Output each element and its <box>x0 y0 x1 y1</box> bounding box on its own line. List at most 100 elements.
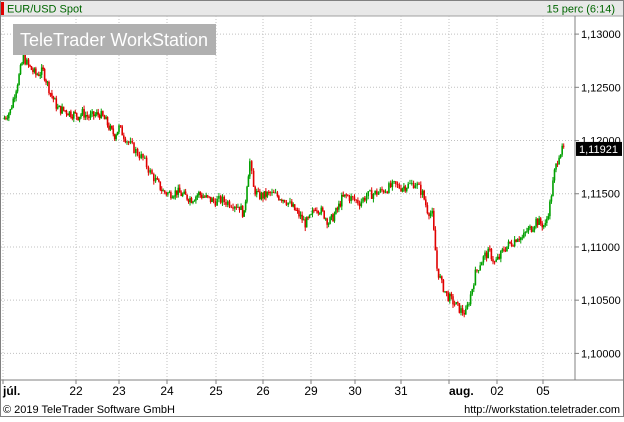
x-tick-label: 29 <box>304 384 318 398</box>
candle-body-down <box>131 141 133 143</box>
candle-body-up <box>282 199 284 201</box>
candle-body-up <box>547 216 550 219</box>
candle-body-up <box>246 186 248 202</box>
candle-body-up <box>100 111 103 119</box>
candle-body-up <box>305 217 308 228</box>
candle-body-down <box>363 197 366 201</box>
candle-body-up <box>529 226 531 229</box>
candle-body-up <box>95 112 98 115</box>
candle-body-down <box>347 195 349 197</box>
candle-body-down <box>425 199 427 206</box>
candle-body-up <box>115 135 117 140</box>
candle-body-up <box>308 214 311 218</box>
candle-body-up <box>474 269 477 286</box>
x-tick-label: 24 <box>160 384 174 398</box>
candle-body-up <box>362 197 364 202</box>
candle-body-down <box>35 68 37 75</box>
candle-body-up <box>89 113 92 118</box>
candle-body-up <box>292 204 295 207</box>
candle-body-down <box>70 111 72 118</box>
candle-body-down <box>178 187 181 193</box>
candle-body-up <box>192 201 194 203</box>
candle-body-down <box>345 194 347 196</box>
candle-body-up <box>15 91 17 98</box>
candle-body-up <box>126 141 128 143</box>
candle-body-down <box>503 249 505 251</box>
x-tick-label: 25 <box>209 384 223 398</box>
candle-body-down <box>285 202 288 205</box>
candle-body-up <box>544 223 547 226</box>
candle-body-down <box>145 157 148 168</box>
candle-body-down <box>307 217 309 219</box>
candle-body-up <box>80 114 82 117</box>
candle-body-up <box>140 153 142 159</box>
candle-body-up <box>289 201 291 203</box>
candle-body-up <box>335 208 337 214</box>
candle-body-up <box>19 65 22 75</box>
x-tick-label: 30 <box>348 384 362 398</box>
candle-body-up <box>338 203 340 210</box>
candle-body-down <box>45 80 47 83</box>
candle-body-down <box>48 81 50 94</box>
candle-body-down <box>461 308 464 313</box>
candle-body-up <box>237 206 239 208</box>
candle-body-down <box>441 276 443 280</box>
candle-body-up <box>403 186 405 189</box>
candle-body-up <box>84 114 87 118</box>
candle-body-up <box>18 74 20 85</box>
candle-body-down <box>24 54 26 65</box>
candle-body-down <box>75 112 78 117</box>
candle-body-up <box>13 97 16 99</box>
candle-body-up <box>365 196 368 201</box>
candle-body-down <box>490 248 493 260</box>
x-tick-label: 05 <box>536 384 550 398</box>
candle-body-down <box>133 142 135 154</box>
candle-body-down <box>492 259 494 262</box>
candle-body-up <box>401 188 404 192</box>
candle-body-up <box>379 189 382 193</box>
candle-body-up <box>274 192 277 194</box>
candle-body-down <box>398 184 401 189</box>
candle-body-down <box>92 111 95 117</box>
candle-body-up <box>198 192 200 196</box>
candle-body-down <box>539 218 542 224</box>
candle-body-up <box>330 214 333 218</box>
candle-body-down <box>458 303 461 313</box>
candle-body-up <box>216 198 218 206</box>
candle-body-down <box>153 174 155 182</box>
candle-body-down <box>336 208 339 210</box>
candle-body-up <box>183 191 185 194</box>
candle-body-down <box>235 206 238 208</box>
candle-body-up <box>243 210 245 217</box>
candle-body-up <box>369 190 371 192</box>
candle-body-down <box>515 239 517 242</box>
candle-body-down <box>476 269 478 271</box>
candle-body-down <box>313 210 315 212</box>
candle-body-down <box>536 218 539 225</box>
candle-body-down <box>254 186 256 195</box>
candle-body-down <box>65 110 68 114</box>
candle-body-up <box>94 114 97 117</box>
candle-body-up <box>26 59 28 65</box>
candle-body-down <box>348 196 351 201</box>
candle-body-up <box>196 195 199 197</box>
candle-body-down <box>88 116 90 118</box>
candle-body-down <box>147 167 150 173</box>
y-tick-label: 1,11500 <box>581 189 620 201</box>
candle-body-up <box>56 107 59 109</box>
candle-body-up <box>205 195 207 198</box>
candle-body-down <box>199 192 202 195</box>
candle-body-down <box>353 197 356 200</box>
candle-body-up <box>266 192 269 197</box>
candle-body-down <box>504 250 507 252</box>
candle-body-up <box>149 170 151 173</box>
candle-body-up <box>249 161 251 177</box>
candle-body-up <box>360 201 363 207</box>
candle-body-up <box>105 116 107 120</box>
candle-body-up <box>367 191 370 197</box>
candle-body-down <box>123 135 125 139</box>
candle-body-down <box>250 161 253 171</box>
candle-body-up <box>495 259 497 262</box>
candle-body-up <box>319 213 321 215</box>
y-tick-label: 1,11000 <box>581 242 620 254</box>
